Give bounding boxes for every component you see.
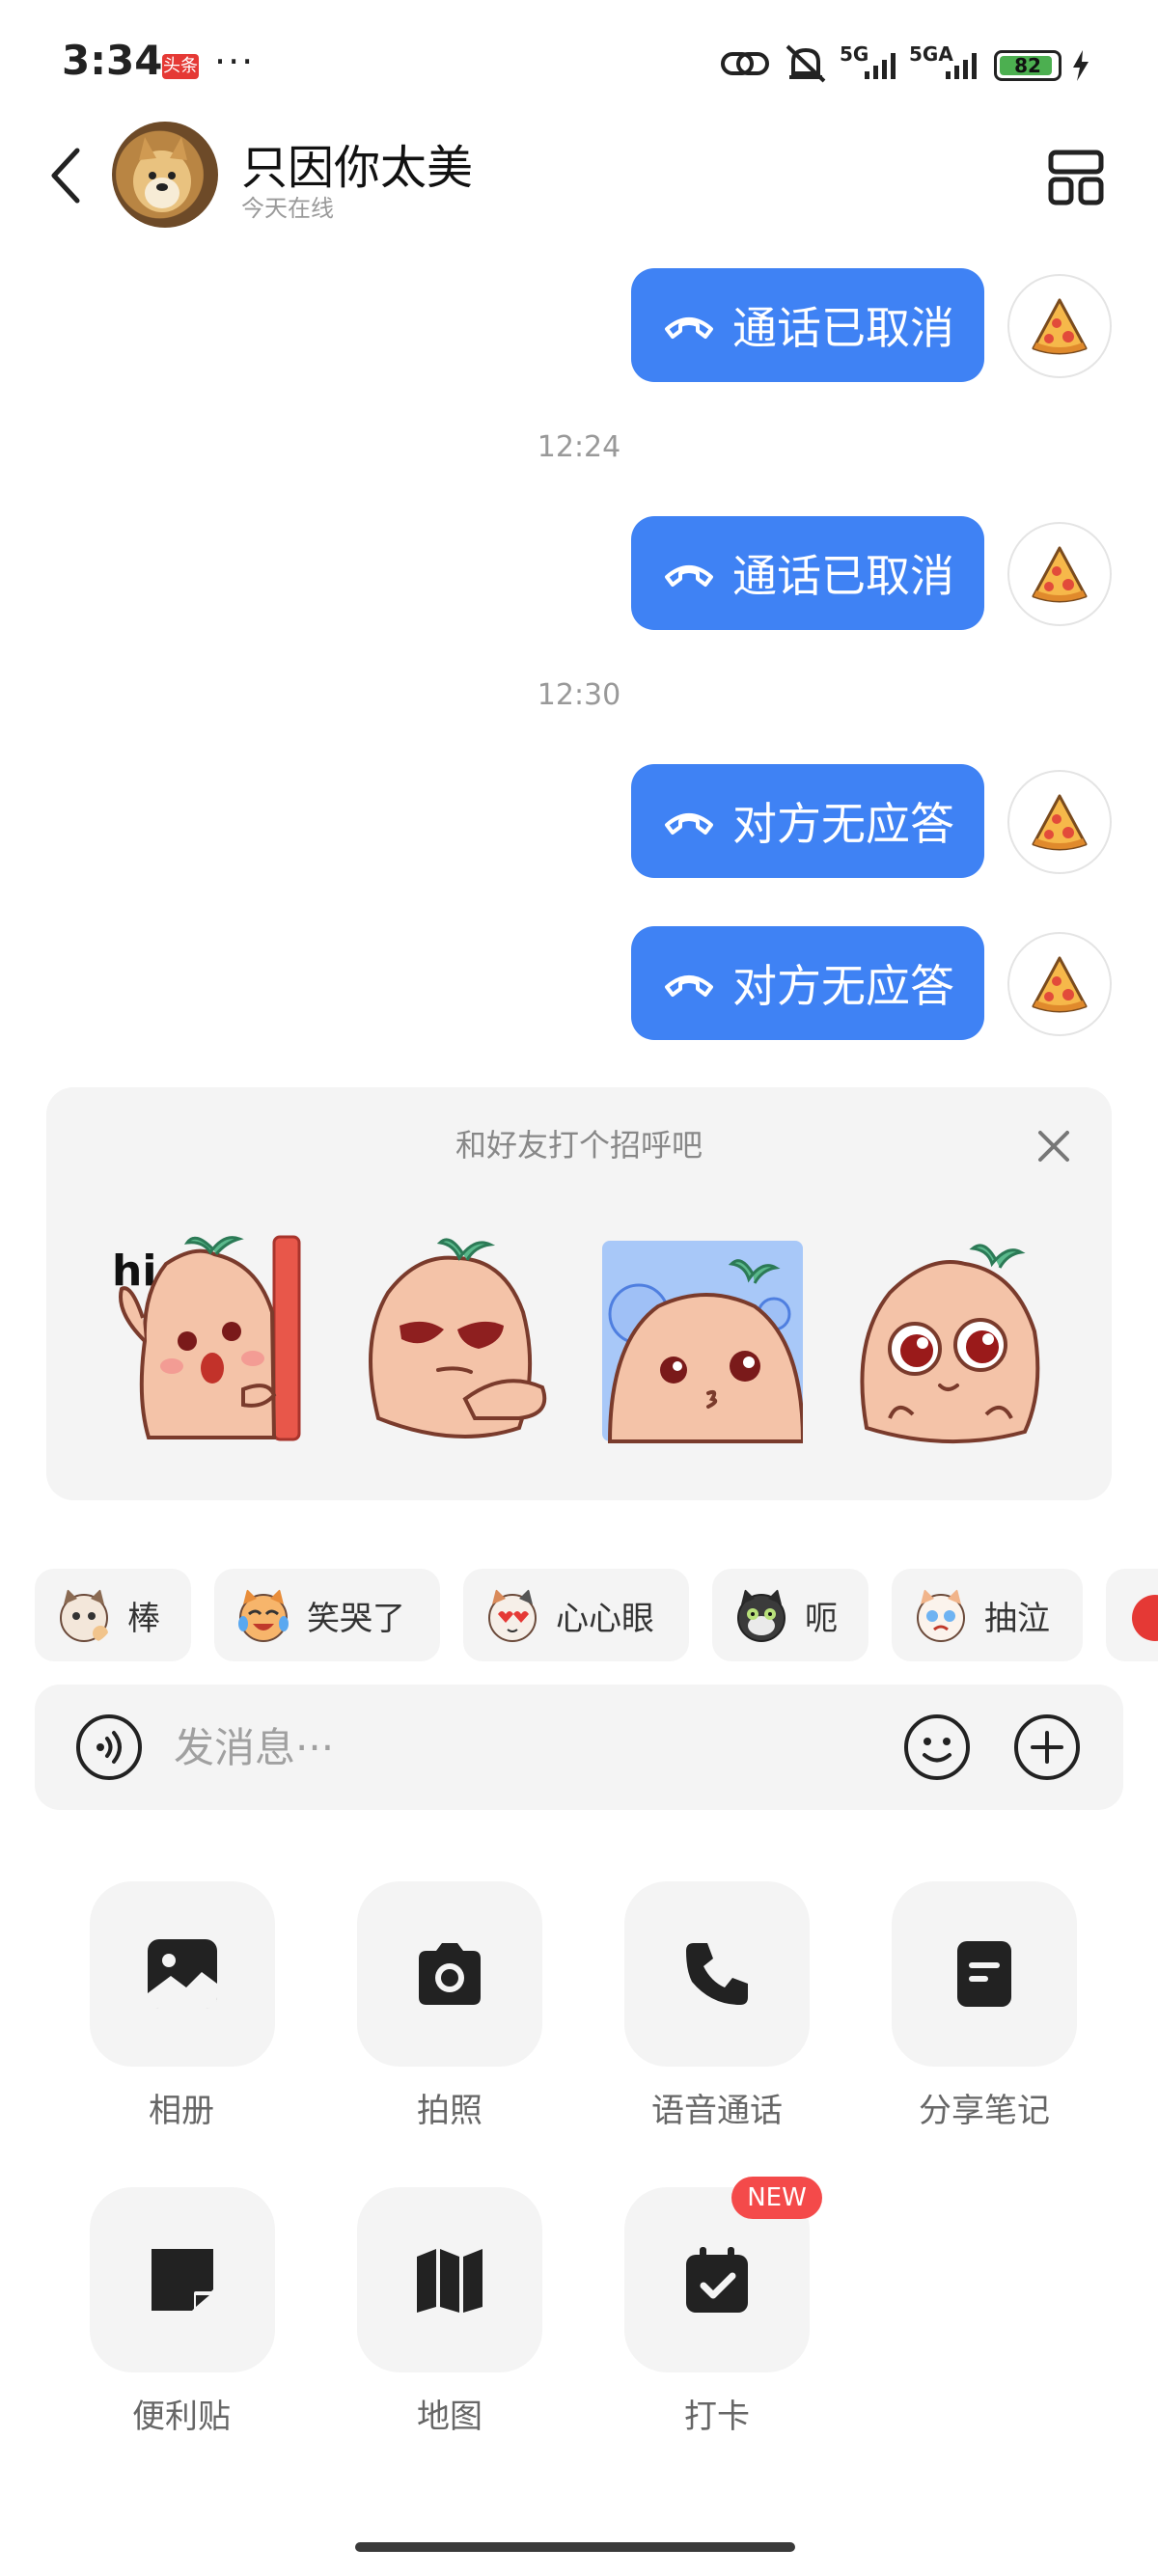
battery-level: 82 (1014, 54, 1041, 77)
quick-emoji-label: 心心眼 (556, 1599, 654, 1638)
call-message-bubble[interactable]: 通话已取消 (631, 516, 984, 630)
cat-heart-eyes-icon (488, 1589, 537, 1642)
call-message-text: 通话已取消 (732, 550, 954, 602)
voice-input-icon[interactable] (75, 1713, 143, 1781)
quick-emoji-chip[interactable]: 呃 (712, 1569, 868, 1661)
cat-speechless-icon (737, 1589, 786, 1642)
tool-camera-label: 拍照 (417, 2092, 482, 2130)
hangup-phone-icon (665, 317, 713, 339)
map-icon (417, 2249, 482, 2313)
sticker-hi-wave[interactable]: hi (98, 1225, 301, 1447)
call-message-bubble[interactable]: 对方无应答 (631, 926, 984, 1040)
tool-share-note-button[interactable] (892, 1881, 1077, 2067)
quick-emoji-label: 笑哭了 (307, 1599, 405, 1638)
new-badge: NEW (731, 2177, 822, 2219)
quick-emoji-label: 抽泣 (984, 1599, 1050, 1638)
phone-icon (686, 1943, 748, 2005)
message-timestamp: 12:30 (537, 678, 621, 712)
my-avatar[interactable] (1007, 522, 1112, 626)
toutiao-badge: 头条 (162, 54, 199, 79)
tool-voice-call-label: 语音通话 (651, 2092, 783, 2130)
call-message-bubble[interactable]: 通话已取消 (631, 268, 984, 382)
quick-emoji-chip[interactable]: 笑哭了 (214, 1569, 440, 1661)
sticker-hi-text: hi (112, 1247, 156, 1296)
my-avatar[interactable] (1007, 770, 1112, 874)
dog-avatar-icon (133, 137, 191, 212)
status-bar: 3:34 头条 ··· 5G 5GA 82 (0, 0, 1158, 125)
sticky-note-icon (152, 2249, 213, 2311)
sticker-smug[interactable] (349, 1225, 552, 1447)
back-arrow-icon[interactable] (46, 145, 85, 206)
contact-status: 今天在线 (241, 195, 334, 222)
pizza-icon (1032, 546, 1088, 603)
tool-camera-button[interactable] (357, 1881, 542, 2067)
hangup-phone-icon (665, 813, 713, 835)
charging-bolt-icon (1073, 50, 1089, 81)
cat-sob-icon (917, 1589, 965, 1642)
emoji-partial-icon (1132, 1595, 1158, 1641)
pizza-icon (1032, 956, 1088, 1013)
greeting-title: 和好友打个招呼吧 (455, 1127, 703, 1164)
quick-emoji-chip[interactable]: 棒 (35, 1569, 191, 1661)
link-icon (721, 52, 769, 75)
hangup-phone-icon (665, 975, 713, 997)
chat-settings-layout-icon[interactable] (1048, 150, 1104, 206)
tool-share-note-label: 分享笔记 (919, 2092, 1050, 2130)
muted-bell-icon (786, 44, 826, 83)
battery-indicator: 82 (994, 50, 1062, 81)
my-avatar[interactable] (1007, 274, 1112, 378)
checkin-icon (686, 2247, 748, 2313)
quick-emoji-chip[interactable]: 抽泣 (892, 1569, 1083, 1661)
status-time: 3:34 (62, 37, 163, 84)
tool-map-button[interactable] (357, 2187, 542, 2372)
tool-checkin-label: 打卡 (684, 2398, 750, 2436)
pizza-icon (1032, 298, 1088, 355)
quick-emoji-chip-partial[interactable] (1106, 1569, 1158, 1661)
call-message-bubble[interactable]: 对方无应答 (631, 764, 984, 878)
home-indicator[interactable] (355, 2542, 795, 2552)
tool-sticky-note-label: 便利贴 (132, 2398, 231, 2436)
sticker-big-eyes[interactable] (851, 1225, 1054, 1447)
more-actions-plus-icon[interactable] (1013, 1713, 1081, 1781)
signal-bars-icon-2 (946, 53, 977, 79)
message-timestamp: 12:24 (537, 430, 621, 464)
message-input[interactable] (174, 1723, 849, 1771)
close-icon[interactable] (1034, 1127, 1073, 1165)
call-message-text: 通话已取消 (732, 302, 954, 354)
contact-avatar[interactable] (112, 122, 218, 228)
tool-sticky-note-button[interactable] (90, 2187, 275, 2372)
emoji-picker-icon[interactable] (903, 1713, 971, 1781)
note-icon (957, 1941, 1011, 2007)
call-message-text: 对方无应答 (732, 960, 954, 1012)
hangup-phone-icon (665, 565, 713, 587)
quick-emoji-label: 呃 (805, 1599, 838, 1638)
my-avatar[interactable] (1007, 932, 1112, 1036)
quick-emoji-chip[interactable]: 心心眼 (463, 1569, 689, 1661)
call-message-text: 对方无应答 (732, 798, 954, 850)
contact-name[interactable]: 只因你太美 (241, 129, 473, 197)
tool-map-label: 地图 (417, 2398, 482, 2436)
cat-laugh-cry-icon (238, 1589, 289, 1642)
status-more-dots: ··· (214, 41, 256, 83)
tool-album-button[interactable] (90, 1881, 275, 2067)
album-icon (148, 1939, 217, 2009)
tool-album-label: 相册 (149, 2092, 214, 2130)
quick-emoji-label: 棒 (127, 1599, 160, 1638)
cat-thumbs-up-icon (60, 1589, 108, 1642)
tool-voice-call-button[interactable] (624, 1881, 810, 2067)
pizza-icon (1032, 794, 1088, 851)
camera-icon (419, 1943, 481, 2005)
sticker-kiss[interactable] (600, 1225, 803, 1447)
signal-bars-icon (865, 53, 896, 79)
